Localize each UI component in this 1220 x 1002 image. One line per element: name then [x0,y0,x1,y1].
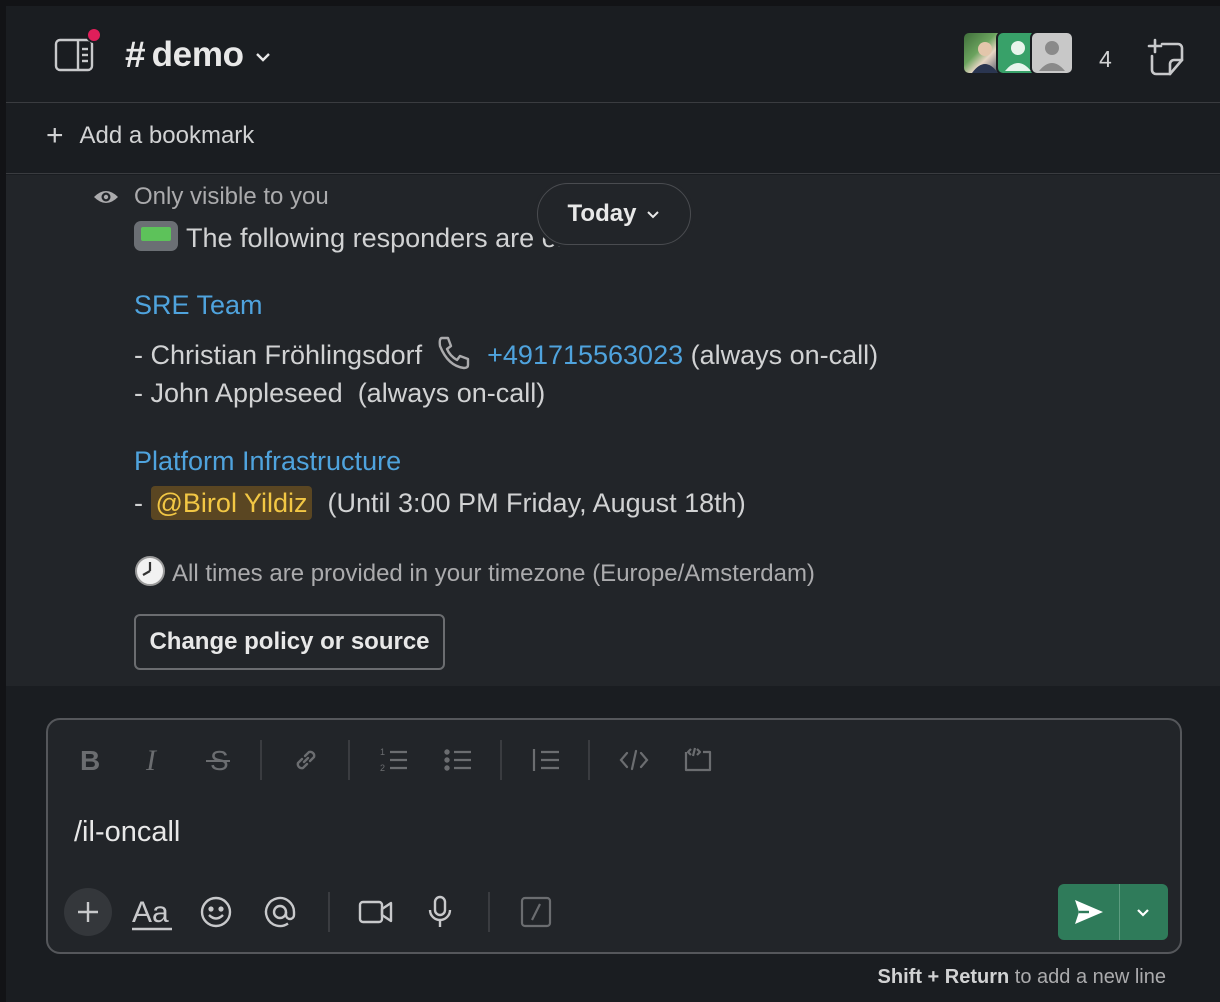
schedule-send-chevron-icon[interactable] [1120,884,1166,940]
blockquote-icon[interactable] [524,738,568,782]
composer-actions: Aa [64,888,576,936]
toolbar-divider [500,740,502,780]
responder-line: - @Birol Yildiz (Until 3:00 PM Friday, A… [134,486,746,520]
hint-shortcut: Shift + Return [877,966,1010,988]
toolbar-divider [328,892,330,932]
formatting-toolbar: B I S 12 [68,738,740,782]
svg-text:Aa: Aa [132,896,169,929]
add-bookmark-button[interactable]: + Add a bookmark [46,119,255,152]
change-policy-button[interactable]: Change policy or source [134,614,445,670]
toolbar-divider [348,740,350,780]
message-input[interactable] [74,816,1074,849]
svg-text:2: 2 [380,763,385,773]
responder-dash: - [134,488,143,518]
video-icon[interactable] [352,888,400,936]
new-canvas-icon[interactable] [1146,38,1188,80]
ephemeral-note: Only visible to you [92,183,329,211]
code-icon[interactable] [612,738,656,782]
channel-title[interactable]: # demo [125,34,272,76]
team-heading[interactable]: SRE Team [134,290,263,321]
formatting-toggle-icon[interactable]: Aa [128,888,176,936]
timezone-text: All times are provided in your timezone … [172,560,815,587]
bookmark-bar: + Add a bookmark [6,104,1220,174]
svg-text:B: B [80,746,100,774]
italic-icon[interactable]: I [132,738,176,782]
plus-icon: + [46,119,64,152]
send-button[interactable] [1058,884,1168,940]
timezone-note: All times are provided in your timezone … [134,555,815,588]
add-bookmark-label: Add a bookmark [79,122,255,149]
message-pane: Only visible to you Today The following … [6,175,1220,686]
svg-text:I: I [145,746,158,774]
channel-header: # demo 4 [6,6,1220,103]
toolbar-divider [488,892,490,932]
responder-status: (always on-call) [357,378,546,408]
pager-icon [134,221,178,251]
chevron-down-icon [255,53,270,62]
chevron-down-icon [647,211,660,219]
responder-line: - John Appleseed (always on-call) [134,378,545,409]
responder-name: - John Appleseed [134,378,343,408]
composer-hint: Shift + Return to add a new line [878,966,1166,989]
microphone-icon[interactable] [416,888,464,936]
emoji-icon[interactable] [192,888,240,936]
mention-icon[interactable] [256,888,304,936]
toolbar-divider [588,740,590,780]
member-count[interactable]: 4 [1099,46,1112,73]
add-attachment-button[interactable] [64,888,112,936]
slash-command-icon[interactable] [512,888,560,936]
strikethrough-icon[interactable]: S [196,738,240,782]
ordered-list-icon[interactable]: 12 [372,738,416,782]
channel-hash-icon: # [125,34,146,75]
message-composer: B I S 12 /il-oncall Aa [46,718,1182,954]
composer-area: B I S 12 /il-oncall Aa Shift + Return to… [6,686,1220,1002]
ephemeral-label: Only visible to you [134,183,329,210]
channel-members-button[interactable] [962,31,1074,75]
date-divider-button[interactable]: Today [537,183,691,245]
user-mention[interactable]: @Birol Yildiz [150,486,313,520]
link-icon[interactable] [284,738,328,782]
phone-link[interactable]: +491715563023 [487,340,683,370]
bold-icon[interactable]: B [68,738,112,782]
team-link[interactable]: Platform Infrastructure [134,446,401,476]
responder-name: - Christian Fröhlingsdorf [134,340,423,370]
responder-line: - Christian Fröhlingsdorf +491715563023 … [134,334,878,371]
responder-status: (Until 3:00 PM Friday, August 18th) [327,488,746,518]
bulleted-list-icon[interactable] [436,738,480,782]
team-heading[interactable]: Platform Infrastructure [134,446,401,477]
phone-icon [438,336,469,370]
code-block-icon[interactable] [676,738,720,782]
eye-icon [94,191,118,203]
toolbar-divider [260,740,262,780]
svg-text:1: 1 [380,747,385,757]
channel-name: demo [151,35,244,74]
avatar [1030,31,1074,75]
sidebar-toggle-icon[interactable] [54,38,94,72]
hint-text: to add a new line [1009,966,1166,988]
notification-badge [86,27,102,43]
send-icon[interactable] [1058,884,1120,940]
date-divider-label: Today [567,200,637,227]
clock-icon [135,556,165,586]
team-link[interactable]: SRE Team [134,290,263,320]
responder-status: (always on-call) [690,340,879,370]
